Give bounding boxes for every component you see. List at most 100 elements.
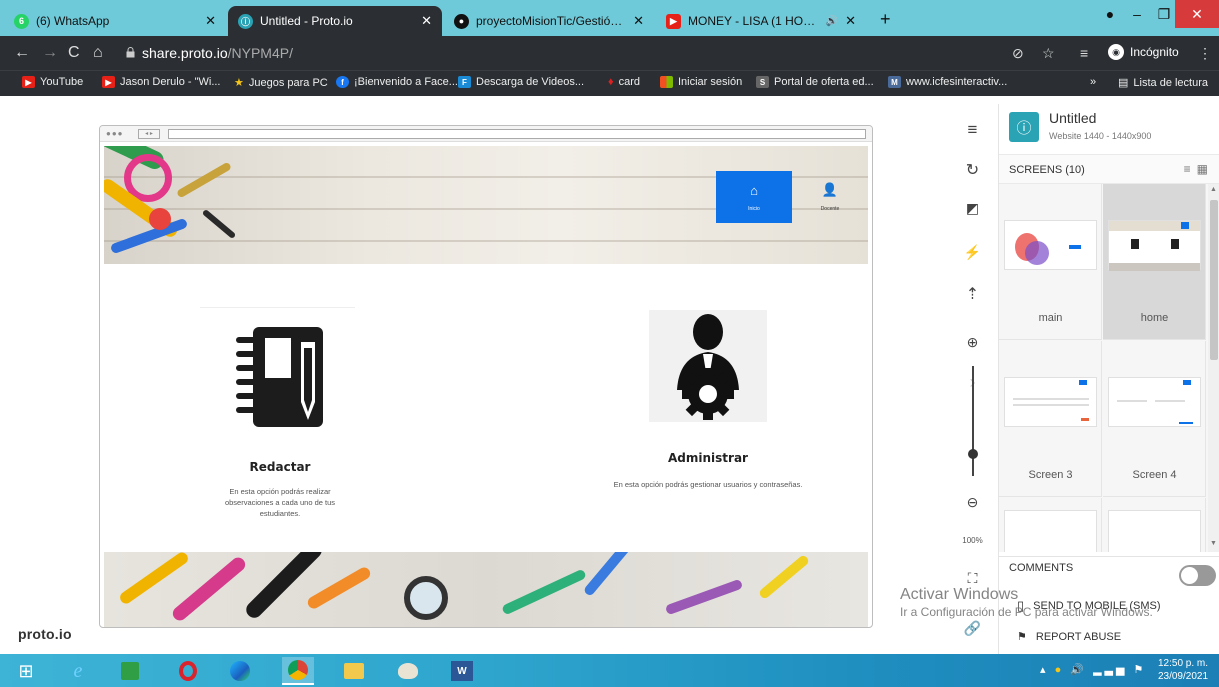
- zoom-in-icon[interactable]: ⊕: [950, 334, 995, 351]
- word-icon[interactable]: W: [446, 657, 478, 685]
- redactar-image[interactable]: [208, 322, 348, 432]
- nav-docente[interactable]: 👤 Docente: [792, 171, 868, 223]
- bookmark-youtube[interactable]: ▶ YouTube: [22, 76, 83, 88]
- screen-preview: [1108, 220, 1201, 271]
- scroll-down-icon[interactable]: ▼: [1210, 540, 1217, 547]
- bookmark-descarga[interactable]: F Descarga de Videos...: [458, 76, 584, 88]
- pencil-decoration: [664, 578, 744, 616]
- chrome-icon[interactable]: [282, 657, 314, 685]
- taskbar-clock[interactable]: 12:50 p. m. 23/09/2021: [1148, 657, 1218, 683]
- chevron-up-icon[interactable]: ▴: [1040, 664, 1049, 676]
- link-icon[interactable]: 🔗: [950, 620, 995, 637]
- crayon-decoration: [117, 552, 191, 606]
- screen-name: home: [1140, 312, 1169, 324]
- browser-tab-strip: 6 (6) WhatsApp ✕ ⓘ Untitled - Proto.io ✕…: [0, 0, 1219, 36]
- url-field[interactable]: share.proto.io/NYPM4P/: [142, 45, 293, 61]
- home-icon[interactable]: ⌂: [93, 44, 103, 62]
- volume-icon[interactable]: 🔊: [1070, 664, 1087, 676]
- close-icon[interactable]: ✕: [633, 13, 644, 29]
- incognito-indicator[interactable]: ◉ Incógnito: [1108, 44, 1179, 60]
- view-toggle[interactable]: ≡▦: [1184, 162, 1214, 176]
- fullscreen-icon[interactable]: ⛶: [950, 570, 995, 587]
- screen-name: main: [1038, 312, 1063, 324]
- screen-thumb-main[interactable]: main: [999, 184, 1102, 340]
- administrar-image[interactable]: [649, 310, 767, 422]
- file-explorer-icon[interactable]: [338, 657, 370, 685]
- bookmark-facebook[interactable]: f ¡Bienvenido a Face...: [336, 76, 458, 88]
- forward-icon[interactable]: →: [42, 44, 58, 62]
- restart-icon[interactable]: ↻: [950, 160, 995, 180]
- protoio-logo[interactable]: proto.io: [18, 626, 72, 642]
- account-icon[interactable]: ●: [1098, 0, 1122, 28]
- scroll-up-icon[interactable]: ▲: [1210, 186, 1217, 193]
- screens-scrollbar[interactable]: ▲ ▼: [1208, 184, 1219, 552]
- bookmark-card[interactable]: ♦ card: [608, 76, 640, 88]
- bookmark-iniciar[interactable]: Iniciar sesión: [660, 76, 742, 88]
- close-window-button[interactable]: ✕: [1175, 0, 1219, 28]
- opera-icon[interactable]: [172, 657, 204, 685]
- redactar-description: En esta opción podrás realizar observaci…: [224, 487, 336, 518]
- mock-browser-chrome: ●●● ◂ ▸: [100, 126, 872, 142]
- tab-youtube[interactable]: ▶ MONEY - LISA (1 HOUR LOO 🔊 ✕: [656, 6, 866, 36]
- more-bookmarks-button[interactable]: »: [1090, 76, 1096, 88]
- zoom-out-icon[interactable]: ⊖: [950, 494, 995, 511]
- tab-label: MONEY - LISA (1 HOUR LOO: [688, 14, 819, 28]
- zoom-slider-knob[interactable]: [968, 449, 978, 459]
- edge-icon[interactable]: [224, 657, 256, 685]
- menu-icon[interactable]: ≡: [950, 120, 995, 140]
- bookmark-icfes[interactable]: Mwww.icfesinteractiv...: [888, 76, 1007, 88]
- scrollbar-thumb[interactable]: [1210, 200, 1218, 360]
- tracking-off-icon[interactable]: ⊘: [1012, 45, 1024, 62]
- share-icon[interactable]: ⇡: [950, 284, 995, 304]
- tab-protoio[interactable]: ⓘ Untitled - Proto.io ✕: [228, 6, 442, 36]
- new-tab-button[interactable]: +: [880, 9, 891, 30]
- clock-time: 12:50 p. m.: [1157, 658, 1209, 669]
- clock-date: 23/09/2021: [1157, 671, 1209, 682]
- signal-icon[interactable]: ▂▃▅: [1093, 664, 1127, 676]
- internet-explorer-icon[interactable]: e: [62, 657, 94, 685]
- screen-thumb-3[interactable]: Screen 3: [999, 341, 1102, 497]
- reload-icon[interactable]: C: [68, 44, 80, 62]
- reading-list-button[interactable]: ▤ Lista de lectura: [1118, 76, 1208, 90]
- screen-thumb-5[interactable]: [999, 498, 1102, 552]
- nav-inicio[interactable]: ⌂ Inicio: [716, 171, 792, 223]
- close-icon[interactable]: ✕: [845, 13, 856, 29]
- restore-button[interactable]: ❐: [1152, 0, 1176, 28]
- tab-github[interactable]: ● proyectoMisionTic/GestióndeCor ✕: [444, 6, 654, 36]
- contrast-icon[interactable]: ◩: [950, 200, 995, 217]
- app-tray-icon[interactable]: ●: [1055, 664, 1065, 676]
- system-tray[interactable]: ▴ ● 🔊 ▂▃▅ ⚑: [1040, 663, 1146, 676]
- marker-decoration: [242, 552, 326, 622]
- close-icon[interactable]: ✕: [205, 13, 216, 29]
- star-icon[interactable]: ☆: [1042, 45, 1055, 62]
- administrar-title: Administrar: [668, 451, 748, 465]
- menu-icon[interactable]: ⋮: [1198, 45, 1212, 62]
- bookmark-jason-derulo[interactable]: ▶ Jason Derulo - "Wi...: [102, 76, 221, 88]
- bookmark-juegos[interactable]: ★ Juegos para PC: [234, 76, 328, 90]
- comments-toggle[interactable]: [1179, 565, 1216, 586]
- report-abuse-button[interactable]: ⚑ REPORT ABUSE: [1017, 630, 1121, 644]
- tab-label: (6) WhatsApp: [36, 14, 110, 28]
- screen-thumb-6[interactable]: [1103, 498, 1206, 552]
- back-icon[interactable]: ←: [14, 44, 30, 62]
- playlist-icon[interactable]: ≡: [1080, 45, 1088, 61]
- minimize-button[interactable]: –: [1124, 0, 1150, 28]
- zoom-slider[interactable]: [972, 366, 974, 476]
- windows-start-icon[interactable]: ⊞: [10, 657, 42, 685]
- screen-thumb-4[interactable]: Screen 4: [1103, 341, 1206, 497]
- store-icon[interactable]: [114, 657, 146, 685]
- list-view-icon[interactable]: ≡: [1184, 162, 1197, 176]
- flag-icon[interactable]: ⚑: [1134, 664, 1147, 676]
- zoom-level: 100%: [962, 536, 983, 545]
- tab-whatsapp[interactable]: 6 (6) WhatsApp ✕: [4, 6, 226, 36]
- project-logo-icon: ⓘ: [1009, 112, 1039, 142]
- close-icon[interactable]: ✕: [421, 13, 432, 29]
- grid-view-icon[interactable]: ▦: [1197, 162, 1214, 176]
- bookmark-portal[interactable]: S Portal de oferta ed...: [756, 76, 874, 88]
- screen-thumb-home[interactable]: home: [1103, 184, 1206, 340]
- project-subtitle: Website 1440 - 1440x900: [1049, 131, 1152, 141]
- screen-name: Screen 3: [1028, 469, 1073, 481]
- flash-icon[interactable]: ⚡: [950, 244, 995, 261]
- star-icon: ★: [234, 77, 244, 89]
- paint-icon[interactable]: [392, 657, 424, 685]
